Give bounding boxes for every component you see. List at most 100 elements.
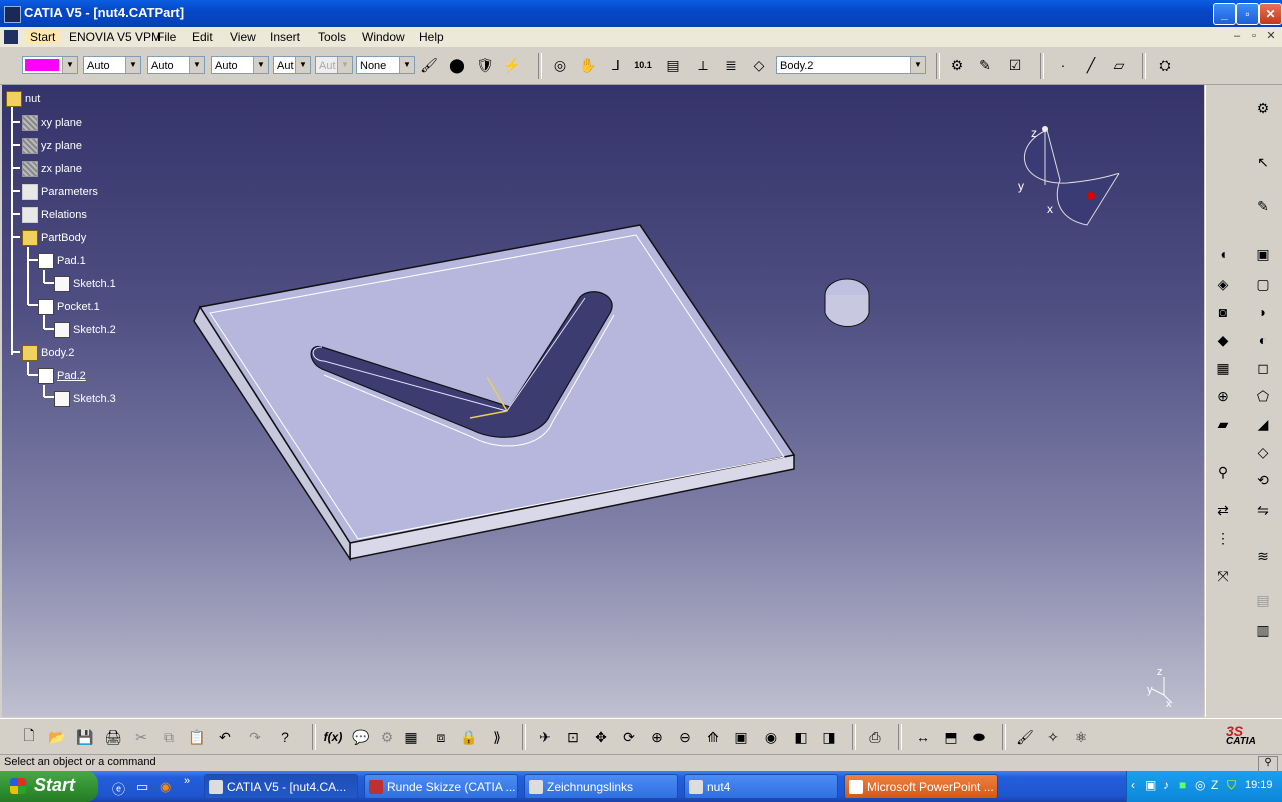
paste-icon[interactable]: 📋 [186, 726, 208, 748]
apply-material-icon[interactable]: ⬤ [446, 54, 468, 76]
pan-icon[interactable]: ✥ [590, 726, 612, 748]
task-nut4[interactable]: nut4 [684, 774, 838, 799]
zoom-out-icon[interactable]: ⊖ [674, 726, 696, 748]
hand-icon[interactable]: ✋ [577, 54, 599, 76]
check-icon[interactable]: ☑ [1004, 54, 1026, 76]
table-icon[interactable]: ▦ [400, 726, 422, 748]
quicklaunch-desktop-icon[interactable]: ▭ [136, 779, 148, 795]
menu-tools[interactable]: Tools [318, 30, 346, 44]
symmetry-icon[interactable]: ⇋ [1252, 499, 1274, 521]
capture-icon[interactable]: ⎙ [864, 726, 886, 748]
tree-item-sketch-1[interactable]: Sketch.1 [54, 276, 116, 292]
print-icon[interactable]: 🖨 [102, 726, 124, 748]
doc-close-button[interactable]: ✕ [1264, 29, 1278, 43]
rotate-view-icon[interactable]: ⟳ [618, 726, 640, 748]
chamfer-icon[interactable]: ◢ [1252, 413, 1274, 435]
whats-this-icon[interactable]: ? [274, 726, 296, 748]
menu-insert[interactable]: Insert [270, 30, 300, 44]
tree-item-pad-1[interactable]: Pad.1 [38, 253, 86, 269]
fillet-icon[interactable]: ▰ [1212, 413, 1234, 435]
quicklaunch-more-icon[interactable]: » [184, 775, 190, 787]
menu-window[interactable]: Window [362, 30, 405, 44]
iso-view-icon[interactable]: ▣ [730, 726, 752, 748]
tree-item-sketch-2[interactable]: Sketch.2 [54, 322, 116, 338]
render-icon[interactable]: ✧ [1042, 726, 1064, 748]
hide-show-icon[interactable]: ◧ [790, 726, 812, 748]
maximize-button[interactable]: ▫ [1236, 3, 1259, 25]
tree-item-xy-plane[interactable]: xy plane [22, 115, 82, 131]
fly-mode-icon[interactable]: ✈ [534, 726, 556, 748]
zone-icon[interactable]: Z [1211, 778, 1218, 792]
menu-file[interactable]: File [157, 30, 176, 44]
start-button[interactable]: Start [0, 771, 98, 802]
plate-top-face[interactable] [198, 224, 796, 544]
pattern-icon[interactable]: ⋮ [1212, 527, 1234, 549]
slot-icon[interactable]: ◆ [1212, 329, 1234, 351]
tree-item-sketch-3[interactable]: Sketch.3 [54, 391, 116, 407]
quicklaunch-ie-icon[interactable]: ⓔ [112, 779, 125, 798]
layer-combo[interactable]: Aut ▼ [273, 56, 311, 74]
hole-icon[interactable]: ◙ [1212, 301, 1234, 323]
chevron-down-icon[interactable]: ▼ [62, 57, 77, 73]
compass-handle[interactable] [1042, 126, 1048, 132]
point-style-combo[interactable]: Auto ▼ [211, 56, 269, 74]
multi-section-icon[interactable]: ▦ [1212, 357, 1234, 379]
tree-item-relations[interactable]: Relations [22, 207, 87, 223]
task-powerpoint[interactable]: Microsoft PowerPoint ... [844, 774, 998, 799]
menu-enovia[interactable]: ENOVIA V5 VPM [69, 30, 161, 44]
swap-visible-space-icon[interactable]: ◎ [549, 54, 571, 76]
tree-item-yz-plane[interactable]: yz plane [22, 138, 82, 154]
antivirus-icon[interactable]: ◎ [1195, 778, 1205, 792]
tray-expand-icon[interactable]: ‹ [1131, 778, 1135, 792]
surface-icon[interactable]: ≋ [1252, 545, 1274, 567]
compass-widget[interactable]: z y x [1018, 126, 1120, 226]
chevron-down-icon[interactable]: ▼ [295, 57, 310, 73]
gear-icon[interactable]: ⚙ [1252, 97, 1274, 119]
axis-system-icon[interactable]: ⅃ [605, 54, 627, 76]
rib-icon[interactable]: ◗ [1252, 301, 1274, 323]
measure-between-icon[interactable]: ↔ [912, 726, 934, 748]
part-geometry[interactable]: z y x z y x [2, 85, 1204, 717]
sketcher-icon[interactable]: ✎ [1252, 195, 1274, 217]
tree-item-partbody[interactable]: PartBody [22, 230, 86, 246]
painter-icon[interactable]: 🖌 [418, 54, 440, 76]
menu-start[interactable]: Start [26, 30, 60, 44]
task-zeichnungslinks[interactable]: Zeichnungslinks [524, 774, 678, 799]
zoom-in-icon[interactable]: ⊕ [646, 726, 668, 748]
security-shield-icon[interactable]: ⛉ [1227, 778, 1236, 793]
compass-body[interactable] [1023, 129, 1120, 226]
groove-icon[interactable]: ◈ [1212, 273, 1234, 295]
3d-viewport[interactable]: z y x z y x nut xy plane yz plane zx pla… [2, 85, 1204, 717]
clock[interactable]: 19:19 [1245, 779, 1273, 791]
scale-icon[interactable]: ⤧ [1212, 565, 1234, 587]
apply-material-tool-icon[interactable]: 🖌 [1014, 726, 1036, 748]
thickness-icon[interactable]: ◻ [1252, 357, 1274, 379]
tree-structure-icon[interactable]: ⧈ [430, 726, 452, 748]
doc-restore-button[interactable]: ▫ [1247, 29, 1261, 43]
swap-space-icon[interactable]: ◨ [818, 726, 840, 748]
layer-properties-icon[interactable]: ◇ [748, 54, 770, 76]
catalog-icon[interactable]: ▤ [662, 54, 684, 76]
boolean-icon[interactable]: ⚲ [1212, 461, 1234, 483]
scan-icon[interactable]: ⟫ [486, 726, 508, 748]
network-icon[interactable]: ▣ [1145, 778, 1156, 792]
mirror-icon[interactable]: ⇄ [1212, 499, 1234, 521]
point-icon[interactable]: · [1052, 54, 1074, 76]
target-icon[interactable]: ⊕ [1212, 385, 1234, 407]
tree-item-parameters[interactable]: Parameters [22, 184, 98, 200]
line-icon[interactable]: ╱ [1080, 54, 1102, 76]
doc-minimize-button[interactable]: – [1230, 29, 1244, 43]
task-runde-skizze[interactable]: Runde Skizze (CATIA ... [364, 774, 518, 799]
volume-icon[interactable]: ♪ [1163, 778, 1169, 792]
fit-all-icon[interactable]: ⊡ [562, 726, 584, 748]
undo-icon[interactable]: ↶ [214, 726, 236, 748]
tree-root[interactable]: nut [6, 91, 40, 107]
color-combo[interactable]: ▼ [22, 56, 78, 74]
render-combo[interactable]: None ▼ [356, 56, 415, 74]
constraint-icon[interactable]: ⟂ [692, 54, 714, 76]
linetype-combo[interactable]: Auto ▼ [83, 56, 141, 74]
update-icon[interactable]: ⚡ [501, 54, 523, 76]
knowledge-icon[interactable]: ⚙ [946, 54, 968, 76]
cylinder-body[interactable] [824, 295, 870, 327]
shaft-icon[interactable]: ◖ [1212, 243, 1234, 265]
